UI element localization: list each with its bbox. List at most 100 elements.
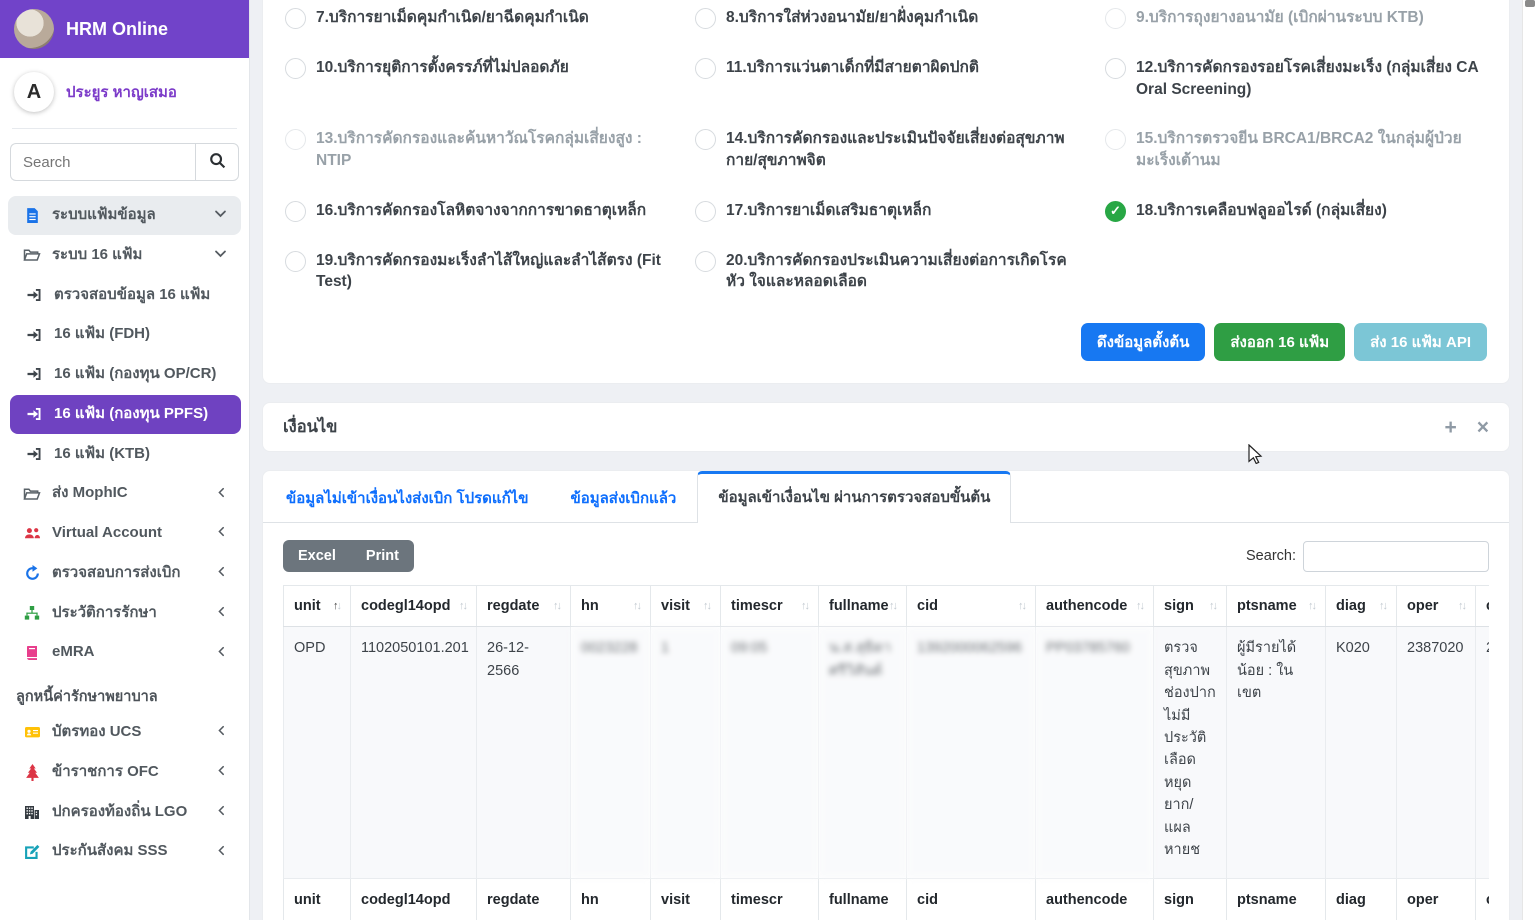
vertical-scrollbar[interactable] [1522,0,1536,920]
column-header-regdate[interactable]: regdate↑↓ [477,586,571,627]
radio-circle-icon[interactable] [695,58,716,79]
column-header-cc[interactable]: cc↑↓ [1476,586,1490,627]
radio-circle-icon[interactable] [695,201,716,222]
table-row[interactable]: OPD1102050101.20126-12-25660023228109:05… [284,627,1490,879]
column-header-label: codegl14opd [361,598,450,614]
sidebar-item[interactable]: ส่ง MophIC [8,474,241,513]
export-16-files-button[interactable]: ส่งออก 16 แฟ้ม [1214,323,1345,361]
sidebar-item-label: 16 แฟ้ม (KTB) [54,445,227,464]
tab-3[interactable]: ข้อมูลเข้าเงื่อนไข ผ่านการตรวจสอบขั้นต้น [697,471,1011,523]
table-search-input[interactable] [1303,541,1489,572]
scrollbar-thumb[interactable] [1525,0,1535,7]
column-header-fullname[interactable]: fullname↑↓ [819,586,907,627]
condition-panel-controls: + × [1444,417,1489,438]
sidebar-item[interactable]: ตรวจสอบข้อมูล 16 แฟ้ม [10,276,241,315]
radio-circle-icon[interactable] [1105,58,1126,79]
sidebar-item-label: ตรวจสอบข้อมูล 16 แฟ้ม [54,286,227,305]
column-header-unit[interactable]: unit↑↓ [284,586,351,627]
fetch-initial-data-button[interactable]: ดึงข้อมูลตั้งต้น [1081,323,1205,361]
cell-timescr: 09:05 [721,627,819,879]
service-option: 13.บริการคัดกรองและค้นหาวัณโรคกลุ่มเสี่ย… [285,128,667,171]
sidebar-item[interactable]: 16 แฟ้ม (กองทุน PPFS) [10,395,241,434]
close-icon[interactable]: × [1477,417,1489,438]
column-header-cid[interactable]: cid↑↓ [907,586,1036,627]
sidebar-item[interactable]: 16 แฟ้ม (FDH) [10,315,241,354]
radio-circle-icon[interactable] [285,8,306,29]
refresh-icon [22,565,42,582]
idcard-icon [22,724,42,740]
building-icon [22,804,42,820]
sidebar-item[interactable]: ปกครองท้องถิ่น LGO [8,793,241,832]
column-header-authencode[interactable]: authencode↑↓ [1036,586,1154,627]
radio-circle-icon[interactable] [695,251,716,272]
cell-cc: 25 [1476,627,1490,879]
service-option[interactable]: ✓18.บริการเคลือบฟลูออไรด์ (กลุ่มเสี่ยง) [1105,200,1487,222]
service-option[interactable]: 14.บริการคัดกรองและประเมินปัจจัยเสี่ยงต่… [695,128,1077,171]
sidebar-item-label: ระบบแฟ้มข้อมูล [52,206,204,225]
sort-icon: ↑↓ [1018,598,1025,612]
service-option[interactable]: 16.บริการคัดกรองโลหิตจางจากการขาดธาตุเหล… [285,200,667,222]
sidebar-item[interactable]: ข้าราชการ OFC [8,753,241,792]
search-icon [209,152,226,172]
service-option[interactable]: 17.บริการยาเม็ดเสริมธาตุเหล็ก [695,200,1077,222]
sidebar-item[interactable]: 16 แฟ้ม (KTB) [10,435,241,474]
search-input[interactable] [10,143,195,181]
column-header-visit[interactable]: visit↑↓ [651,586,721,627]
service-option[interactable]: 10.บริการยุติการตั้งครรภ์ที่ไม่ปลอดภัย [285,57,667,100]
service-option[interactable]: 11.บริการแว่นตาเด็กที่มีสายตาผิดปกติ [695,57,1077,100]
sitemap-icon [22,605,42,621]
service-option[interactable]: 12.บริการคัดกรองรอยโรคเสี่ยงมะเร็ง (กลุ่… [1105,57,1487,100]
table-scroll-area[interactable]: unit↑↓codegl14opd↑↓regdate↑↓hn↑↓visit↑↓t… [283,585,1489,920]
radio-circle-icon[interactable] [285,58,306,79]
sidebar-item[interactable]: ระบบ 16 แฟ้ม [8,236,241,275]
service-option: 9.บริการถุงยางอนามัย (เบิกผ่านระบบ KTB) [1105,7,1487,29]
sidebar-item[interactable]: 16 แฟ้ม (กองทุน OP/CR) [10,355,241,394]
tab-1[interactable]: ข้อมูลไม่เข้าเงื่อนไงส่งเบิก โปรดแก้ไข [265,471,549,523]
sidebar-item[interactable]: ประกันสังคม SSS [8,832,241,871]
user-profile[interactable]: A ประยูร หาญเสมอ [0,58,249,128]
cell-fullname: น.ส.สุธิดา ศรีวิสันต์ [819,627,907,879]
cell-regdate: 26-12-2566 [477,627,571,879]
cell-ptsname: ผู้มีรายได้น้อย : ในเขต [1227,627,1326,879]
radio-circle-icon[interactable] [695,8,716,29]
send-16-files-api-button[interactable]: ส่ง 16 แฟ้ม API [1354,323,1487,361]
sidebar-item[interactable]: eMRA [8,633,241,672]
column-header-label: oper [1407,598,1438,614]
column-header-ptsname[interactable]: ptsname↑↓ [1227,586,1326,627]
cell-hn: 0023228 [571,627,651,879]
column-header-codegl14opd[interactable]: codegl14opd↑↓ [351,586,477,627]
services-panel: 7.บริการยาเม็ดคุมกำเนิด/ยาฉีดคุมกำเนิด 8.… [262,0,1510,384]
column-header-timescr[interactable]: timescr↑↓ [721,586,819,627]
search-button[interactable] [195,143,239,181]
condition-panel-title: เงื่อนไข [283,414,337,440]
print-button[interactable]: Print [351,540,414,572]
plus-icon[interactable]: + [1444,417,1456,438]
service-option[interactable]: 20.บริการคัดกรองประเมินความเสี่ยงต่อการเ… [695,250,1077,293]
radio-circle-icon[interactable] [695,129,716,150]
column-header-hn[interactable]: hn↑↓ [571,586,651,627]
column-header-oper[interactable]: oper↑↓ [1397,586,1476,627]
sidebar-item[interactable]: ประวัติการรักษา [8,594,241,633]
checked-circle-icon[interactable]: ✓ [1105,201,1126,222]
service-option-label: 16.บริการคัดกรองโลหิตจางจากการขาดธาตุเหล… [316,200,646,222]
sidebar-item[interactable]: ตรวจสอบการส่งเบิก [8,554,241,593]
column-header-sign[interactable]: sign↑↓ [1154,586,1227,627]
sort-icon: ↑↓ [1136,598,1143,612]
service-option[interactable]: 19.บริการคัดกรองมะเร็งลำไส้ใหญ่และลำไส้ต… [285,250,667,293]
excel-button[interactable]: Excel [283,540,351,572]
sidebar-item[interactable]: Virtual Account [8,514,241,553]
app-logo-avatar [14,9,54,49]
service-option[interactable]: 7.บริการยาเม็ดคุมกำเนิด/ยาฉีดคุมกำเนิด [285,7,667,29]
tab-2[interactable]: ข้อมูลส่งเบิกแล้ว [549,471,697,523]
footer-header-cc: cc [1476,879,1490,920]
sidebar-item[interactable]: บัตรทอง UCS [8,713,241,752]
column-header-diag[interactable]: diag↑↓ [1326,586,1397,627]
sidebar-item[interactable]: ระบบแฟ้มข้อมูล [8,196,241,235]
service-option-label: 20.บริการคัดกรองประเมินความเสี่ยงต่อการเ… [726,250,1077,293]
radio-circle-icon[interactable] [285,201,306,222]
radio-circle-icon[interactable] [285,251,306,272]
sidebar-item-label: ระบบ 16 แฟ้ม [52,246,204,265]
service-option[interactable]: 8.บริการใส่ห่วงอนามัย/ยาฝั่งคุมกำเนิด [695,7,1077,29]
footer-header-timescr: timescr [721,879,819,920]
datatable-toolbar: ExcelPrint Search: [263,523,1509,585]
